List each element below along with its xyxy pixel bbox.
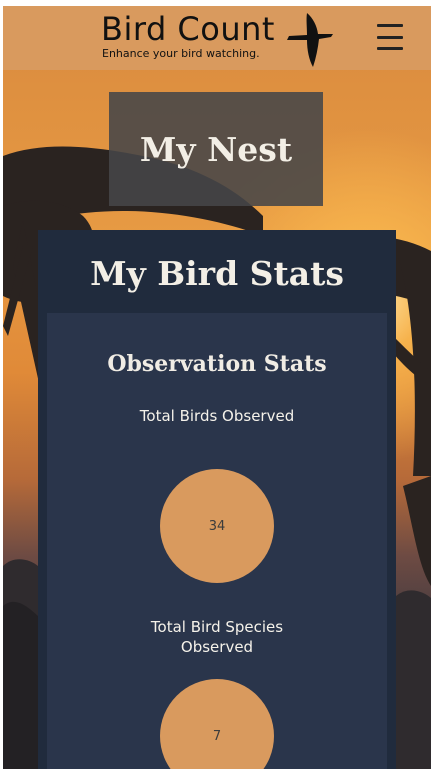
menu-bar-middle [377,35,403,39]
total-species-value: 7 [160,679,274,769]
app-tagline: Enhance your bird watching. [102,47,260,60]
observation-stats-title: Observation Stats [107,351,327,377]
total-birds-label: Total Birds Observed [139,407,295,425]
observation-stats-panel: Observation Stats Total Birds Observed 3… [47,313,387,769]
app-title[interactable]: Bird Count [101,9,275,49]
total-species-label: Total Bird Species Observed [150,618,284,656]
page-title: My Nest [139,129,293,169]
menu-bar-bottom [377,47,403,50]
total-birds-value: 34 [160,469,274,583]
my-nest-banner: My Nest [109,92,323,206]
hamburger-menu-icon[interactable] [377,24,407,50]
bird-silhouette-icon [287,13,333,67]
stats-title: My Bird Stats [90,254,344,293]
bird-stats-card: My Bird Stats Observation Stats Total Bi… [38,230,396,769]
site-header: Bird Count Enhance your bird watching. [3,6,431,70]
menu-bar-top [377,24,403,27]
page: Bird Count Enhance your bird watching. M… [3,6,431,769]
